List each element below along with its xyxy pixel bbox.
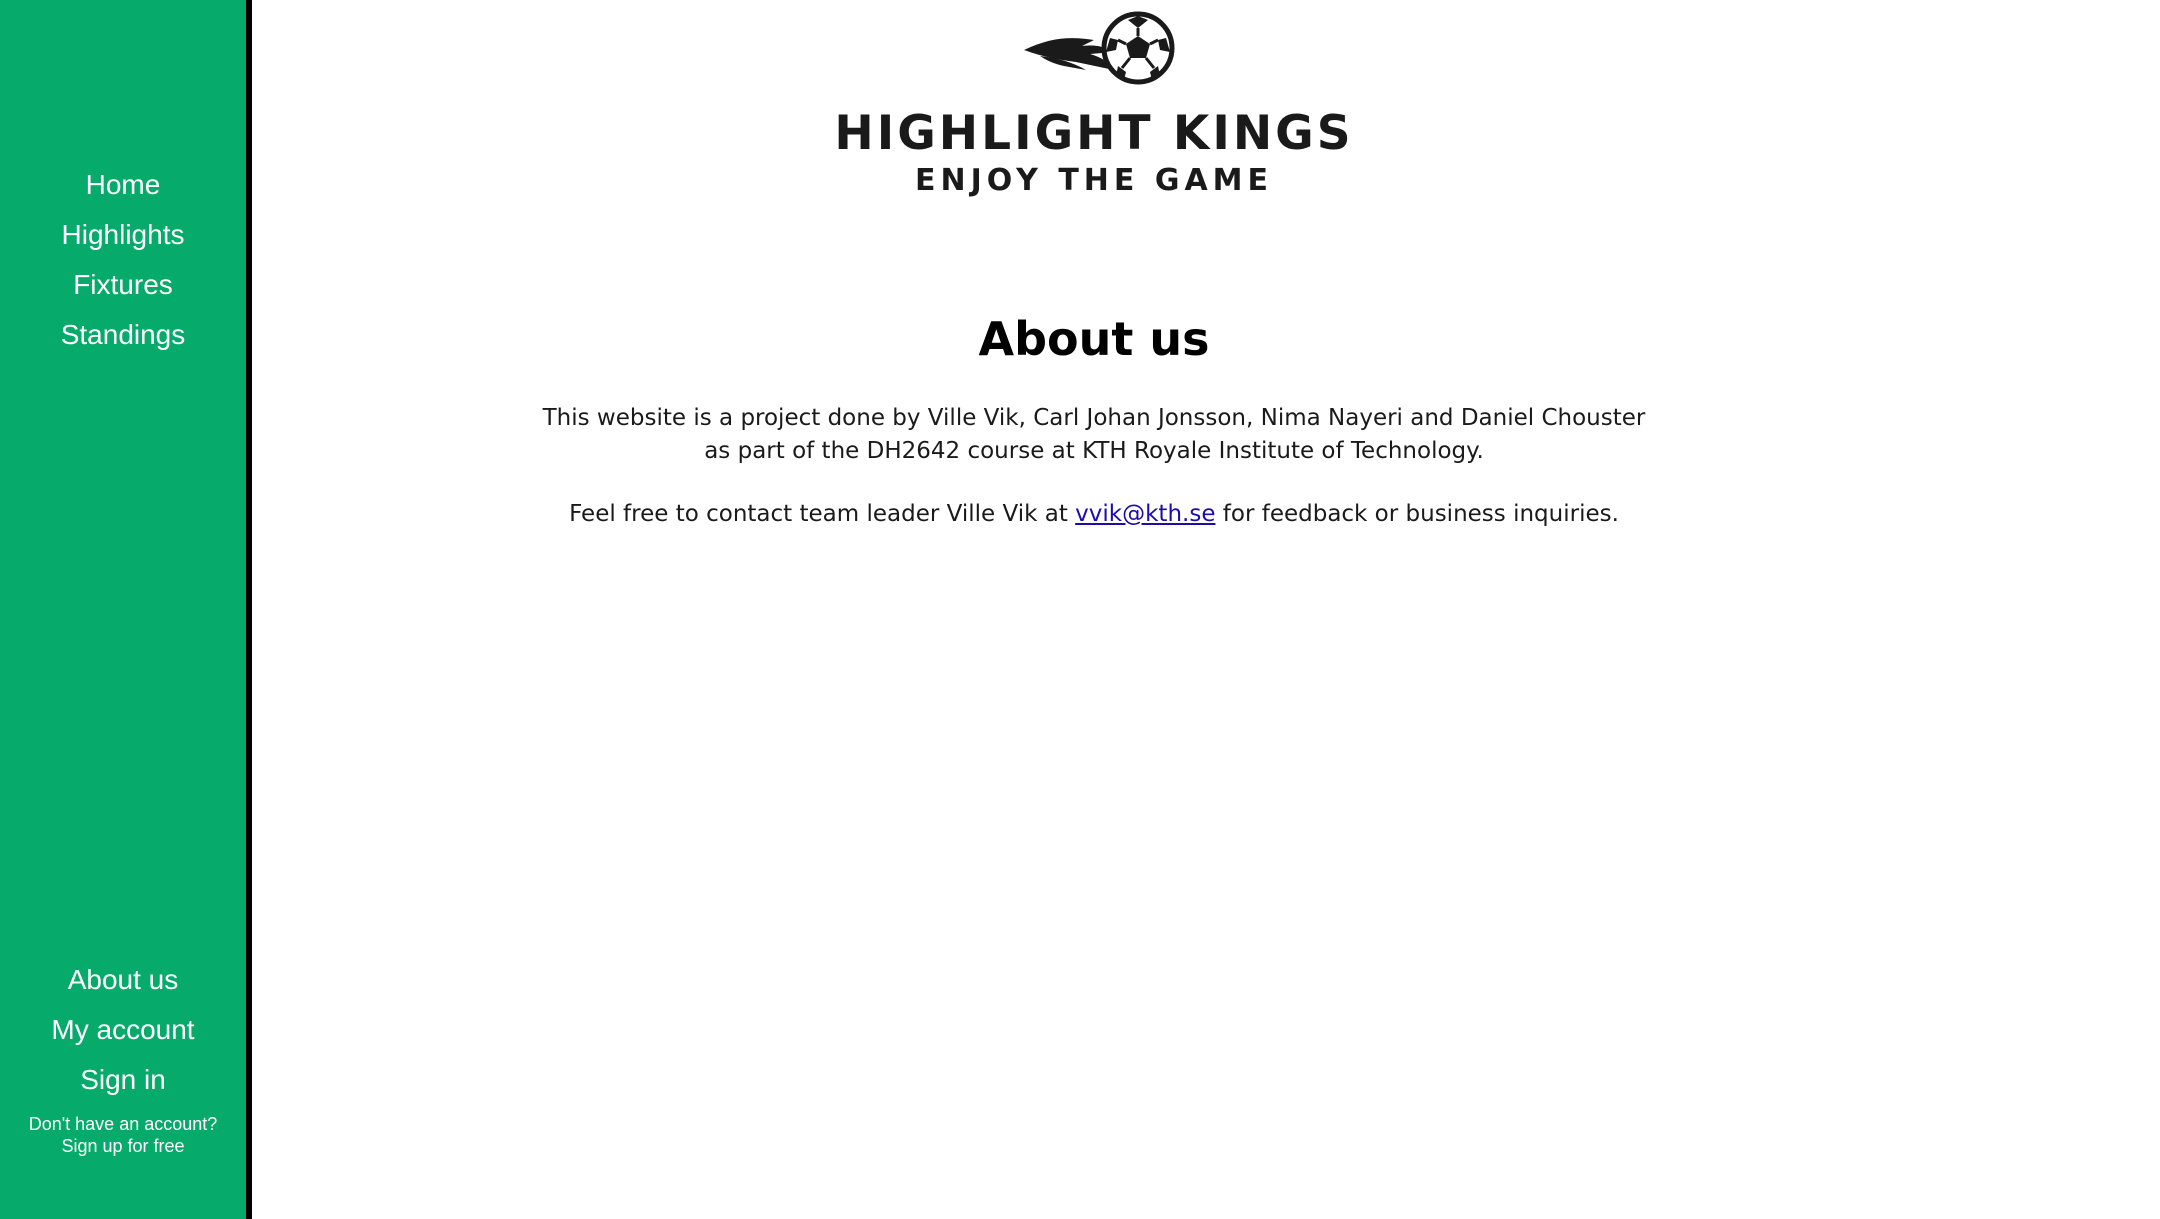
contact-text-after: for feedback or business inquiries. [1215, 501, 1619, 527]
contact-text-before: Feel free to contact team leader Ville V… [569, 501, 1076, 527]
logo-text: HIGHLIGHT KINGS ENJOY THE GAME [814, 106, 1374, 200]
site-logo[interactable]: HIGHLIGHT KINGS ENJOY THE GAME [814, 8, 1374, 208]
sidebar-nav-top: Home Highlights Fixtures Standings [0, 160, 246, 360]
sidebar-nav-bottom: About us My account Sign in Don't have a… [0, 955, 246, 1157]
about-paragraph: This website is a project done by Ville … [542, 405, 1646, 464]
signup-line1: Don't have an account? [28, 1114, 218, 1134]
about-section: About us This website is a project done … [532, 312, 1656, 561]
contact-paragraph: Feel free to contact team leader Ville V… [532, 498, 1656, 531]
logo-title: HIGHLIGHT KINGS [834, 106, 1354, 161]
signup-line2: Sign up for free [61, 1136, 185, 1156]
soccer-ball-icon [1024, 11, 1175, 85]
sidebar-item-standings[interactable]: Standings [0, 310, 246, 360]
logo-subtitle: ENJOY THE GAME [914, 163, 1274, 198]
main-content: HIGHLIGHT KINGS ENJOY THE GAME About us … [252, 0, 2160, 1219]
sidebar-item-home[interactable]: Home [0, 160, 246, 210]
signup-link[interactable]: Don't have an account? Sign up for free [0, 1113, 246, 1157]
sidebar-item-my-account[interactable]: My account [0, 1005, 246, 1055]
sidebar-item-highlights[interactable]: Highlights [0, 210, 246, 260]
sidebar: Home Highlights Fixtures Standings About… [0, 0, 252, 1219]
sidebar-item-about-us[interactable]: About us [0, 955, 246, 1005]
email-link[interactable]: vvik@kth.se [1075, 501, 1215, 527]
page-title: About us [978, 312, 1210, 366]
sidebar-item-fixtures[interactable]: Fixtures [0, 260, 246, 310]
sidebar-item-sign-in[interactable]: Sign in [0, 1055, 246, 1105]
